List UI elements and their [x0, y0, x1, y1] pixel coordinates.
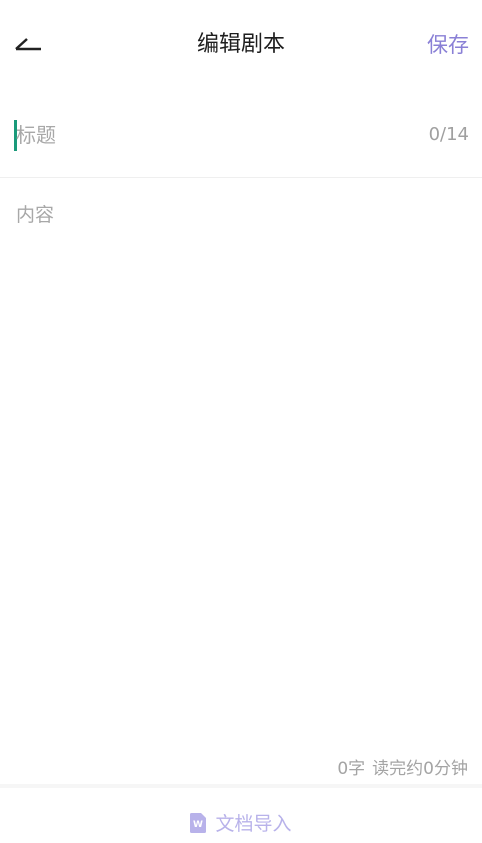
divider: [0, 177, 482, 178]
document-import-button[interactable]: W 文档导入: [0, 809, 482, 836]
title-input[interactable]: [16, 118, 396, 152]
document-import-label: 文档导入: [215, 813, 292, 835]
content-textarea[interactable]: [16, 200, 466, 740]
svg-text:W: W: [194, 820, 204, 830]
word-document-icon: W: [190, 813, 207, 833]
top-bar: 编辑剧本 保存: [0, 0, 482, 90]
word-count: 0字: [337, 759, 366, 779]
read-time: 读完约0分钟: [372, 759, 468, 779]
bottom-bar: W 文档导入: [0, 784, 482, 843]
title-char-counter: 0/14: [428, 124, 469, 145]
word-stats: 0字 读完约0分钟: [337, 754, 468, 779]
title-row: 0/14: [0, 112, 482, 177]
page-title: 编辑剧本: [196, 32, 285, 57]
save-button[interactable]: 保存: [427, 30, 469, 60]
